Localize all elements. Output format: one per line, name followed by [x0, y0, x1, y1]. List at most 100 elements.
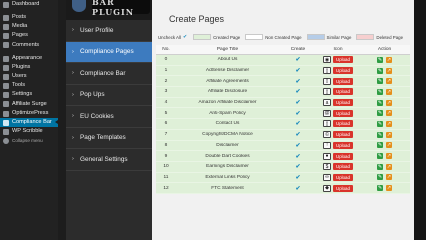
edit-icon[interactable]: ✎	[377, 56, 383, 63]
table-row: 0 About Us ✔ ◉ Upload ✎ ↗	[156, 55, 410, 66]
wp-menu-pages[interactable]: Pages	[0, 32, 58, 41]
page-title-cell: Disclaimer	[216, 142, 239, 148]
edit-icon[interactable]: ✎	[377, 88, 383, 95]
wp-menu-label: Pages	[12, 32, 28, 39]
plugin-header: BAR PLUGIN	[66, 0, 152, 20]
edit-icon[interactable]: ✎	[377, 120, 383, 127]
create-checkbox[interactable]: ✔	[295, 186, 300, 192]
create-checkbox[interactable]: ✔	[295, 143, 300, 149]
upload-button[interactable]: Upload	[333, 163, 353, 171]
wp-menu-plugins[interactable]: Plugins	[0, 63, 58, 72]
action-cell: ✎ ↗	[359, 99, 410, 106]
upload-button[interactable]: Upload	[333, 120, 353, 128]
plugin-nav-compliance-bar[interactable]: › Compliance Bar	[66, 63, 152, 85]
table-row: 12 FTC Statement ✔ ◆ Upload ✎ ↗	[156, 183, 410, 194]
wp-menu-dashboard[interactable]: Dashboard	[0, 0, 58, 9]
wp-menu-settings[interactable]: Settings	[0, 91, 58, 100]
wp-menu-label: Tools	[12, 82, 26, 89]
wp-menu-posts[interactable]: Posts	[0, 13, 58, 22]
create-checkbox[interactable]: ✔	[295, 111, 300, 117]
plugin-nav-page-templates[interactable]: › Page Templates	[66, 128, 152, 149]
edit-icon[interactable]: ✎	[377, 185, 383, 192]
upload-button[interactable]: Upload	[333, 109, 353, 117]
view-icon[interactable]: ↗	[386, 131, 392, 138]
view-icon[interactable]: ↗	[386, 88, 392, 95]
settings-icon	[3, 92, 9, 99]
view-icon[interactable]: ↗	[386, 142, 392, 149]
plugin-nav-eu-cookies[interactable]: › EU Cookies	[66, 106, 152, 128]
upload-button[interactable]: Upload	[333, 88, 353, 96]
edit-icon[interactable]: ✎	[377, 174, 383, 181]
action-cell: ✎ ↗	[359, 67, 410, 74]
edit-icon[interactable]: ✎	[377, 153, 383, 160]
plugin-nav-user-profile[interactable]: › User Profile	[66, 20, 152, 42]
table-row: 7 Copyright/DCMA Notice ✔ © Upload ✎ ↗	[156, 129, 410, 141]
icon-cell: ▯ Upload	[317, 88, 359, 96]
create-checkbox[interactable]: ✔	[295, 57, 300, 63]
view-icon[interactable]: ↗	[386, 110, 392, 117]
view-icon[interactable]: ↗	[386, 99, 392, 106]
upload-button[interactable]: Upload	[333, 56, 353, 64]
wp-menu-wp-scribble[interactable]: WP Scribble	[0, 127, 58, 136]
create-checkbox[interactable]: ✔	[295, 89, 300, 95]
plugin-nav-compliance-pages[interactable]: › Compliance Pages	[66, 41, 152, 63]
view-icon[interactable]: ↗	[386, 78, 392, 85]
upload-button[interactable]: Upload	[333, 67, 353, 75]
upload-button[interactable]: Upload	[333, 173, 353, 181]
plugin-nav-pop-ups[interactable]: › Pop Ups	[66, 85, 152, 106]
wp-menu-optimizepress[interactable]: OptimizePress	[0, 109, 58, 118]
create-checkbox[interactable]: ✔	[295, 68, 300, 74]
wp-menu-collapse[interactable]: Collapse menu	[0, 137, 58, 146]
wp-menu-users[interactable]: Users	[0, 72, 58, 81]
upload-button[interactable]: Upload	[333, 99, 353, 107]
wp-menu-compliance-bar[interactable]: Compliance Bar	[0, 118, 58, 128]
view-icon[interactable]: ↗	[386, 185, 392, 192]
wp-menu-tools[interactable]: Tools	[0, 82, 58, 91]
view-icon[interactable]: ↗	[386, 56, 392, 63]
create-checkbox[interactable]: ✔	[295, 175, 300, 181]
plugin-nav-label: Page Templates	[80, 134, 126, 142]
create-cell: ✔	[279, 120, 317, 127]
wp-menu-label: Collapse menu	[12, 137, 43, 143]
edit-icon[interactable]: ✎	[377, 163, 383, 170]
create-checkbox[interactable]: ✔	[295, 100, 300, 106]
view-icon[interactable]: ↗	[386, 153, 392, 160]
view-icon[interactable]: ↗	[386, 120, 392, 127]
edit-icon[interactable]: ✎	[377, 110, 383, 117]
view-icon[interactable]: ↗	[386, 163, 392, 170]
plugin-nav-label: General Settings	[80, 155, 128, 163]
page-title: Create Pages	[169, 14, 225, 24]
upload-button[interactable]: Upload	[333, 77, 353, 85]
edit-icon[interactable]: ✎	[377, 67, 383, 74]
create-checkbox[interactable]: ✔	[295, 164, 300, 170]
view-icon[interactable]: ↗	[386, 174, 392, 181]
scrollbar[interactable]	[414, 0, 426, 240]
wp-menu-appearance[interactable]: Appearance	[0, 54, 58, 63]
row-number: 4	[164, 100, 168, 106]
wp-menu-affiliate-surge[interactable]: Affiliate Surge	[0, 100, 58, 109]
create-checkbox[interactable]: ✔	[295, 154, 300, 160]
deleted-legend-label: Deleted Page	[376, 34, 404, 40]
upload-button[interactable]: Upload	[333, 131, 353, 139]
uncheck-all-checkbox[interactable]: ✔	[183, 34, 187, 40]
create-cell: ✔	[279, 110, 317, 117]
edit-icon[interactable]: ✎	[377, 142, 383, 149]
upload-button[interactable]: Upload	[333, 152, 353, 160]
create-cell: ✔	[279, 142, 317, 149]
plugin-nav-general-settings[interactable]: › General Settings	[66, 149, 152, 171]
icon-cell: ● Upload	[317, 152, 359, 160]
edit-icon[interactable]: ✎	[377, 99, 383, 106]
not-created-legend-label: Non Created Page	[265, 34, 302, 40]
create-checkbox[interactable]: ✔	[295, 132, 300, 138]
edit-icon[interactable]: ✎	[377, 131, 383, 138]
upload-button[interactable]: Upload	[333, 141, 353, 149]
wp-menu-media[interactable]: Media	[0, 22, 58, 31]
create-checkbox[interactable]: ✔	[295, 121, 300, 127]
create-checkbox[interactable]: ✔	[295, 79, 300, 85]
edit-icon[interactable]: ✎	[377, 78, 383, 85]
wp-menu-comments[interactable]: Comments	[0, 41, 58, 50]
upload-button[interactable]: Upload	[333, 184, 353, 192]
view-icon[interactable]: ↗	[386, 67, 392, 74]
create-cell: ✔	[279, 131, 317, 138]
table-row: 5 Anti-Spam Policy ✔ @ Upload ✎ ↗	[156, 108, 410, 120]
